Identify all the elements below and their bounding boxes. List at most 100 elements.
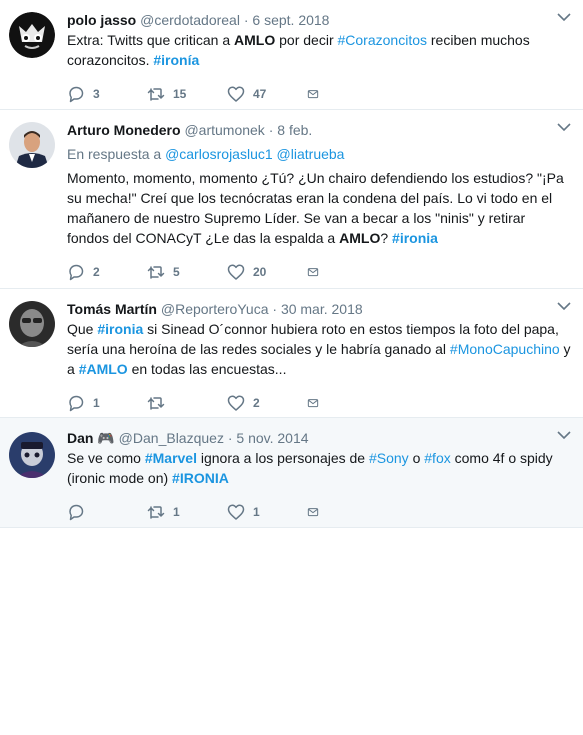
avatar[interactable] (9, 122, 55, 168)
hashtag-link[interactable]: #ironia (392, 230, 438, 246)
hashtag-link[interactable]: #ironía (153, 52, 199, 68)
envelope-icon (307, 90, 319, 99)
direct-message-button[interactable] (307, 503, 327, 521)
retweet-count: 5 (173, 265, 180, 279)
hashtag-link[interactable]: #Marvel (145, 450, 197, 466)
tweet-actions: 3 15 47 (67, 84, 571, 104)
tweet-date[interactable]: 8 feb. (277, 122, 312, 138)
hashtag-link[interactable]: #MonoCapuchino (450, 341, 560, 357)
chevron-down-icon[interactable] (557, 122, 571, 132)
tweet-text-segment: en todas las encuestas... (127, 361, 287, 377)
tweet-date[interactable]: 5 nov. 2014 (236, 430, 308, 446)
direct-message-button[interactable] (307, 263, 327, 281)
envelope-icon (307, 268, 319, 277)
tweet-text: Momento, momento, momento ¿Tú? ¿Un chair… (67, 168, 571, 248)
tweet-header: Dan 🎮 @Dan_Blazquez · 5 nov. 2014 (67, 430, 309, 446)
reply-icon (69, 86, 84, 103)
tweet-header: polo jasso @cerdotadoreal · 6 sept. 2018 (67, 12, 330, 28)
tweet-header: Arturo Monedero @artumonek · 8 feb. (67, 122, 313, 138)
direct-message-button[interactable] (307, 85, 327, 103)
author-name[interactable]: Dan 🎮 (67, 430, 115, 446)
tweet[interactable]: Arturo Monedero @artumonek · 8 feb. En r… (0, 110, 583, 289)
reply-button[interactable]: 3 (67, 85, 147, 103)
hashtag-link[interactable]: #Sony (369, 450, 409, 466)
author-handle[interactable]: @cerdotadoreal (140, 12, 240, 28)
tweet-feed: polo jasso @cerdotadoreal · 6 sept. 2018… (0, 0, 583, 528)
envelope-icon (307, 508, 319, 517)
tweet-actions: 1 1 (67, 502, 571, 522)
avatar[interactable] (9, 301, 55, 347)
author-name[interactable]: polo jasso (67, 12, 136, 28)
tweet-text-segment: Momento, momento, momento ¿Tú? ¿Un chair… (67, 170, 564, 246)
like-count: 2 (253, 396, 260, 410)
tweet-text-segment: o (408, 450, 425, 466)
hashtag-link[interactable]: #Corazoncitos (338, 32, 428, 48)
like-count: 1 (253, 505, 260, 519)
heart-icon (227, 264, 245, 280)
envelope-icon (307, 399, 319, 408)
tweet-text-segment: por decir (275, 32, 338, 48)
avatar[interactable] (9, 432, 55, 478)
tweet-actions: 2 5 20 (67, 262, 571, 282)
reply-user-link[interactable]: @liatrueba (277, 146, 345, 162)
reply-context: En respuesta a @carlosrojasluc1 @liatrue… (67, 144, 571, 164)
author-name[interactable]: Arturo Monedero (67, 122, 181, 138)
like-button[interactable]: 20 (227, 263, 307, 281)
reply-button[interactable]: 1 (67, 394, 147, 412)
tweet-text: Extra: Twitts que critican a AMLO por de… (67, 30, 571, 70)
tweet[interactable]: polo jasso @cerdotadoreal · 6 sept. 2018… (0, 0, 583, 110)
retweet-button[interactable]: 5 (147, 263, 227, 281)
retweet-icon (147, 88, 165, 101)
retweet-button[interactable]: 1 (147, 503, 227, 521)
reply-icon (69, 395, 84, 412)
author-name[interactable]: Tomás Martín (67, 301, 157, 317)
chevron-down-icon[interactable] (557, 12, 571, 22)
retweet-count: 1 (173, 505, 180, 519)
like-count: 47 (253, 87, 267, 101)
heart-icon (227, 504, 245, 520)
retweet-count: 15 (173, 87, 187, 101)
like-button[interactable]: 2 (227, 394, 307, 412)
retweet-button[interactable] (147, 394, 227, 412)
tweet[interactable]: Tomás Martín @ReporteroYuca · 30 mar. 20… (0, 289, 583, 418)
tweet-text-segment: Que (67, 321, 98, 337)
tweet-text-segment: AMLO (339, 230, 381, 246)
reply-prefix: En respuesta a (67, 146, 162, 162)
tweet-date[interactable]: 30 mar. 2018 (281, 301, 363, 317)
tweet-header: Tomás Martín @ReporteroYuca · 30 mar. 20… (67, 301, 363, 317)
tweet-text-segment: Se ve como (67, 450, 145, 466)
heart-icon (227, 395, 245, 411)
tweet-text: Que #ironia si Sinead O´connor hubiera r… (67, 319, 571, 379)
reply-button[interactable]: 2 (67, 263, 147, 281)
hashtag-link[interactable]: #fox (424, 450, 450, 466)
direct-message-button[interactable] (307, 394, 327, 412)
reply-count: 3 (93, 87, 100, 101)
reply-icon (69, 504, 84, 521)
tweet[interactable]: Dan 🎮 @Dan_Blazquez · 5 nov. 2014 Se ve … (0, 418, 583, 528)
like-button[interactable]: 1 (227, 503, 307, 521)
reply-button[interactable] (67, 503, 147, 521)
hashtag-link[interactable]: #IRONIA (172, 470, 229, 486)
tweet-text: Se ve como #Marvel ignora a los personaj… (67, 448, 571, 488)
author-handle[interactable]: @ReporteroYuca (161, 301, 269, 317)
author-handle[interactable]: @Dan_Blazquez (119, 430, 224, 446)
reply-count: 2 (93, 265, 100, 279)
chevron-down-icon[interactable] (557, 301, 571, 311)
chevron-down-icon[interactable] (557, 430, 571, 440)
retweet-icon (147, 506, 165, 519)
reply-count: 1 (93, 396, 100, 410)
like-button[interactable]: 47 (227, 85, 307, 103)
author-handle[interactable]: @artumonek (184, 122, 264, 138)
retweet-icon (147, 266, 165, 279)
tweet-text-segment: ? (380, 230, 393, 246)
retweet-button[interactable]: 15 (147, 85, 227, 103)
tweet-text-segment: ignora a los personajes de (196, 450, 369, 466)
avatar[interactable] (9, 12, 55, 58)
heart-icon (227, 86, 245, 102)
hashtag-link[interactable]: #AMLO (79, 361, 128, 377)
retweet-icon (147, 397, 165, 410)
tweet-date[interactable]: 6 sept. 2018 (252, 12, 329, 28)
reply-user-link[interactable]: @carlosrojasluc1 (165, 146, 273, 162)
tweet-actions: 1 2 (67, 393, 571, 413)
hashtag-link[interactable]: #ironia (97, 321, 143, 337)
